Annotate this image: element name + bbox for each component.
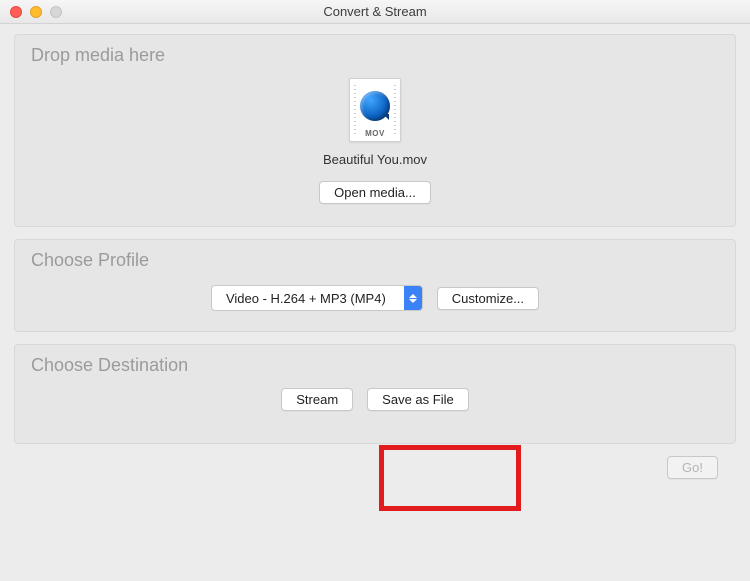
select-stepper-icon bbox=[404, 286, 422, 310]
file-ext-label: MOV bbox=[350, 129, 400, 138]
profile-select[interactable]: Video - H.264 + MP3 (MP4) bbox=[211, 285, 423, 311]
customize-profile-button[interactable]: Customize... bbox=[437, 287, 539, 310]
drop-area[interactable]: MOV Beautiful You.mov Open media... bbox=[31, 74, 719, 204]
open-media-button[interactable]: Open media... bbox=[319, 181, 431, 204]
window-title: Convert & Stream bbox=[0, 4, 750, 19]
go-button[interactable]: Go! bbox=[667, 456, 718, 479]
choose-profile-section: Choose Profile Video - H.264 + MP3 (MP4)… bbox=[14, 239, 736, 332]
drop-media-heading: Drop media here bbox=[31, 45, 719, 66]
choose-destination-section: Choose Destination Stream Save as File bbox=[14, 344, 736, 444]
footer: Go! bbox=[14, 456, 736, 479]
save-as-file-button[interactable]: Save as File bbox=[367, 388, 469, 411]
choose-destination-heading: Choose Destination bbox=[31, 355, 719, 376]
drop-media-section: Drop media here MOV Beautiful You.mov Op… bbox=[14, 34, 736, 227]
media-file-icon: MOV bbox=[349, 78, 401, 142]
profile-select-value: Video - H.264 + MP3 (MP4) bbox=[212, 286, 404, 310]
titlebar: Convert & Stream bbox=[0, 0, 750, 24]
quicktime-icon bbox=[360, 91, 390, 121]
choose-profile-heading: Choose Profile bbox=[31, 250, 719, 271]
stream-button[interactable]: Stream bbox=[281, 388, 353, 411]
media-filename: Beautiful You.mov bbox=[31, 152, 719, 167]
